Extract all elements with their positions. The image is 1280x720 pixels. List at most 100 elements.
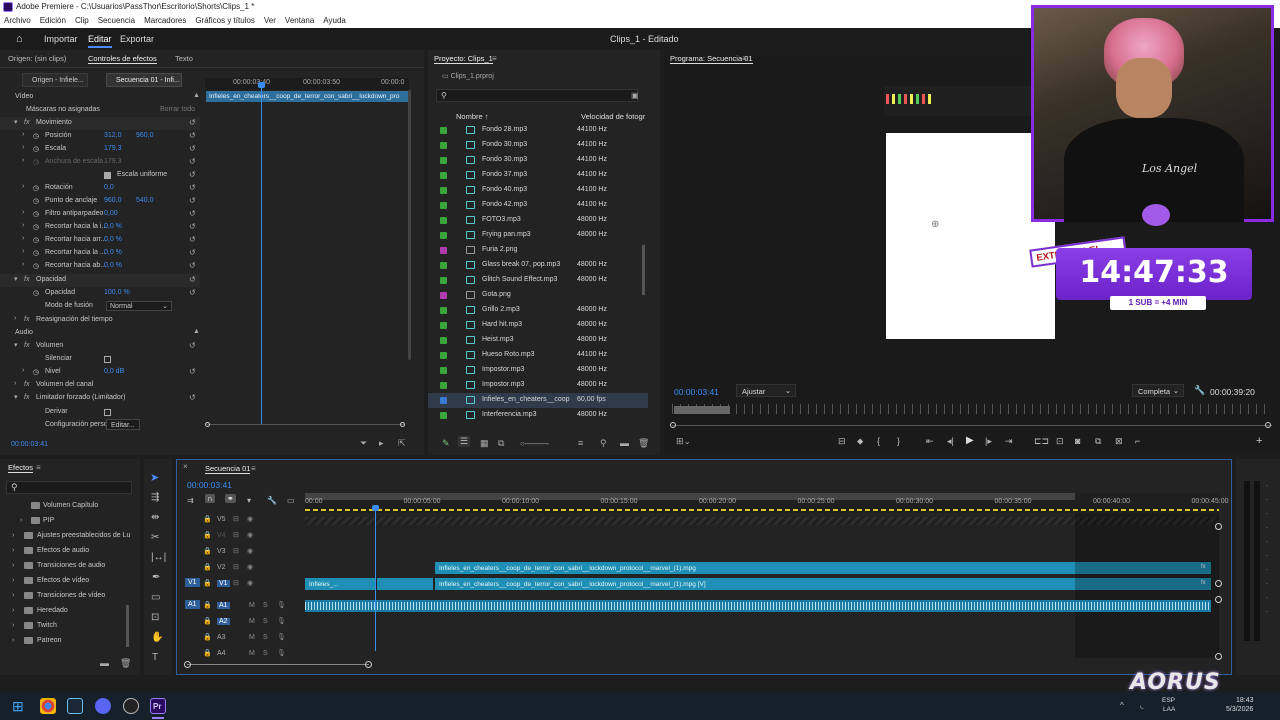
list-item[interactable]: Frying pan.mp3 48000 Hz bbox=[428, 228, 648, 243]
microphone-icon[interactable]: 🎙 bbox=[277, 601, 286, 609]
chevron-right-icon[interactable]: › bbox=[12, 592, 14, 599]
menu-secuencia[interactable]: Secuencia bbox=[94, 14, 140, 25]
program-ruler[interactable] bbox=[672, 404, 1272, 414]
tab-project[interactable]: Proyecto: Clips_1 bbox=[434, 54, 493, 64]
timeline-ruler[interactable]: 00:00 00:00:05:00 00:00:10:00 00:00:15:00 00… bbox=[305, 493, 1228, 513]
list-item[interactable]: Fondo 28.mp3 44100 Hz bbox=[428, 123, 648, 138]
solo-toggle[interactable]: S bbox=[263, 618, 268, 625]
effects-folder-item[interactable]: › Transiciones de vídeo bbox=[0, 589, 140, 604]
timeline-timecode[interactable]: 00:00:03:41 bbox=[187, 480, 232, 490]
track-label[interactable]: A1 bbox=[217, 602, 230, 609]
lift-icon[interactable]: ⊟ bbox=[838, 436, 846, 447]
rotation-value[interactable]: 0,0 bbox=[104, 184, 114, 191]
track-label[interactable]: V1 bbox=[217, 580, 230, 587]
lock-icon[interactable]: 🔒 bbox=[203, 547, 212, 555]
sort-icon[interactable]: ≡ bbox=[578, 438, 583, 448]
list-item[interactable]: Fondo 37.mp3 44100 Hz bbox=[428, 168, 648, 183]
timeline-zoom-handle[interactable] bbox=[365, 661, 372, 668]
volume-row[interactable]: ▾ fx Volumen ↺ bbox=[0, 340, 200, 353]
lock-icon[interactable]: 🔒 bbox=[203, 633, 212, 641]
zoom-handle[interactable] bbox=[670, 422, 676, 428]
add-marker-icon[interactable]: ▾ bbox=[247, 496, 251, 505]
clip-v1-a[interactable]: Infieles_... bbox=[305, 578, 375, 590]
reset-icon[interactable]: ↺ bbox=[189, 248, 198, 257]
track-label[interactable]: V3 bbox=[217, 548, 226, 555]
mute-checkbox[interactable] bbox=[104, 356, 111, 363]
label-color-swatch[interactable] bbox=[440, 157, 447, 164]
effects-folder-item[interactable]: › Transiciones de audio bbox=[0, 559, 140, 574]
label-color-swatch[interactable] bbox=[440, 382, 447, 389]
eye-icon[interactable]: ◉ bbox=[247, 579, 253, 587]
source-clip-tab[interactable]: Origen - Infiele... bbox=[22, 73, 88, 87]
track-end-handle[interactable] bbox=[1215, 653, 1222, 660]
scale-value[interactable]: 179,3 bbox=[104, 145, 122, 152]
effects-folder-item[interactable]: › Efectos de vídeo bbox=[0, 574, 140, 589]
safe-margins-icon[interactable]: ⊞⌄ bbox=[676, 436, 691, 447]
menu-ventana[interactable]: Ventana bbox=[281, 14, 319, 25]
label-color-swatch[interactable] bbox=[440, 142, 447, 149]
reset-icon[interactable]: ↺ bbox=[189, 341, 198, 350]
label-color-swatch[interactable] bbox=[440, 397, 447, 404]
sync-lock-icon[interactable]: ⊟ bbox=[233, 515, 239, 523]
chevron-right-icon[interactable]: › bbox=[12, 532, 14, 539]
list-item[interactable]: Hard hit.mp3 48000 Hz bbox=[428, 318, 648, 333]
wrench-icon[interactable]: 🔧 bbox=[1194, 385, 1205, 396]
tray-chevron-icon[interactable]: ^ bbox=[1120, 701, 1124, 710]
effects-search-input[interactable]: ⚲ bbox=[6, 481, 132, 494]
sync-lock-icon[interactable]: ⊟ bbox=[233, 531, 239, 539]
tab-effect-controls[interactable]: Controles de efectos bbox=[88, 54, 157, 64]
menu-graficos[interactable]: Gráficos y títulos bbox=[191, 14, 260, 25]
tab-editar[interactable]: Editar bbox=[88, 34, 112, 48]
premiere-taskbar-icon[interactable]: Pr bbox=[150, 698, 166, 714]
label-color-swatch[interactable] bbox=[440, 322, 447, 329]
filter-icon[interactable]: ⏷ bbox=[360, 438, 367, 449]
zoom-slider[interactable]: ○——— bbox=[520, 439, 549, 448]
trim-icon[interactable]: ⌐ bbox=[1135, 436, 1140, 446]
trash-icon[interactable]: 🗑 bbox=[120, 658, 131, 669]
menu-edicion[interactable]: Edición bbox=[36, 14, 71, 25]
track-label[interactable]: V2 bbox=[217, 564, 226, 571]
lock-icon[interactable]: 🔒 bbox=[203, 531, 212, 539]
obs-icon[interactable] bbox=[123, 698, 139, 714]
track-select-icon[interactable]: ⇶ bbox=[151, 492, 159, 503]
home-icon[interactable]: ⌂ bbox=[16, 33, 23, 45]
label-color-swatch[interactable] bbox=[440, 412, 447, 419]
ec-playhead[interactable] bbox=[261, 83, 262, 425]
edit-button[interactable]: Editar... bbox=[106, 419, 140, 430]
solo-toggle[interactable]: S bbox=[263, 602, 268, 609]
reset-icon[interactable]: ↺ bbox=[189, 261, 198, 270]
motion-row[interactable]: ▾ fx Movimiento ↺ bbox=[0, 117, 200, 130]
menu-archivo[interactable]: Archivo bbox=[0, 14, 36, 25]
list-item[interactable]: Glitch Sound Effect.mp3 48000 Hz bbox=[428, 273, 648, 288]
eye-icon[interactable]: ◉ bbox=[247, 531, 253, 539]
ec-vscroll[interactable] bbox=[408, 90, 411, 360]
audio-clip-a1[interactable] bbox=[305, 600, 1211, 612]
video-frame[interactable]: ⊕ bbox=[886, 133, 1055, 339]
trash-icon[interactable]: 🗑 bbox=[638, 438, 649, 449]
list-item[interactable]: Hueso Roto.mp3 44100 Hz bbox=[428, 348, 648, 363]
scroll-handle[interactable] bbox=[400, 422, 405, 427]
track-label[interactable]: A3 bbox=[217, 634, 226, 641]
list-item[interactable]: Gota.png bbox=[428, 288, 648, 303]
step-back-icon[interactable]: ◂| bbox=[947, 436, 954, 447]
opacity-value[interactable]: 100,0 % bbox=[104, 289, 130, 296]
tab-text[interactable]: Texto bbox=[175, 54, 193, 63]
sync-lock-icon[interactable]: ⊟ bbox=[233, 563, 239, 571]
hand-tool-icon[interactable]: ✋ bbox=[151, 632, 163, 643]
sync-lock-icon[interactable]: ⊟ bbox=[233, 547, 239, 555]
mute-toggle[interactable]: M bbox=[249, 650, 255, 657]
eye-icon[interactable]: ◉ bbox=[247, 547, 253, 555]
reset-icon[interactable]: ↺ bbox=[189, 367, 198, 376]
selection-tool-icon[interactable]: ➤ bbox=[150, 471, 159, 484]
list-item[interactable]: Impostor.mp3 48000 Hz bbox=[428, 363, 648, 378]
reset-icon[interactable]: ↺ bbox=[189, 183, 198, 192]
eye-icon[interactable]: ◉ bbox=[247, 563, 253, 571]
lock-icon[interactable]: 🔒 bbox=[203, 649, 212, 657]
effects-scroll[interactable] bbox=[126, 605, 129, 647]
tab-sequence[interactable]: Secuencia 01 bbox=[205, 464, 251, 474]
solo-toggle[interactable]: S bbox=[263, 650, 268, 657]
level-value[interactable]: 0,0 dB bbox=[104, 368, 124, 375]
chevron-right-icon[interactable]: › bbox=[12, 637, 14, 644]
fit-select[interactable]: Ajustar ⌄ bbox=[736, 384, 796, 397]
captions-icon[interactable]: ▭ bbox=[287, 496, 295, 505]
